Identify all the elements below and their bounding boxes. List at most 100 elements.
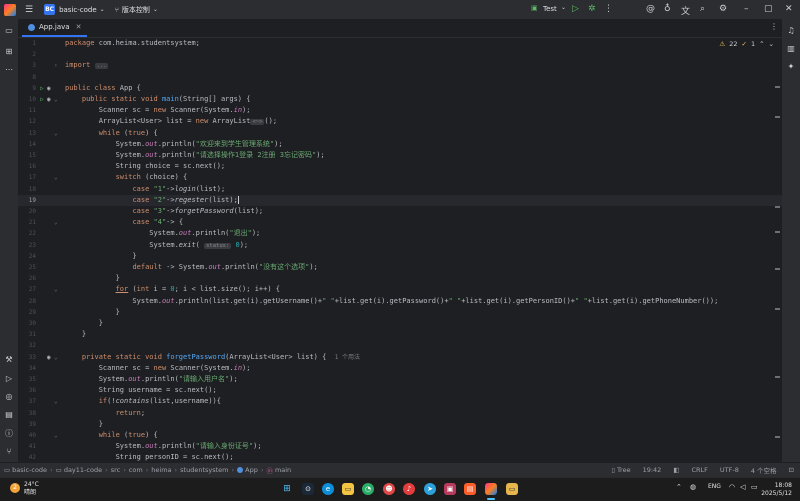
database-icon[interactable]: ▥ [786,44,796,54]
project-badge[interactable]: BC [44,4,56,15]
code-line: 29 } [28,307,120,316]
weather-widget[interactable]: 24°C 晴朗 [24,481,39,497]
terminal-icon[interactable]: ▤ [4,410,14,420]
user-icon[interactable]: @ [646,4,655,14]
close-icon[interactable]: ✕ [785,4,793,14]
clock[interactable]: 18:08 2025/5/12 [761,482,792,498]
wechat-icon[interactable]: ◔ [362,483,374,495]
vcs-menu[interactable]: 版本控制 [122,5,150,15]
breadcrumb-item[interactable]: studentsystem [180,466,228,474]
left-tool-strip: ▭ ⊞ ⋯ ⚒ ▷ ◎ ▤ ⓘ ⑂ [0,19,19,462]
battery-icon[interactable]: ▭ [751,483,758,491]
telegram-icon[interactable]: ➤ [424,483,436,495]
git-icon[interactable]: ⑂ [4,447,14,457]
breadcrumb-item[interactable]: main [275,466,291,474]
folder-icon: ▭ [55,466,62,474]
branch-icon: ⑂ [114,5,119,14]
debug-icon[interactable]: ✲ [588,4,596,14]
more-icon[interactable]: ⋮ [604,4,613,14]
code-line: 23 System.exit( status: 0); [28,240,249,249]
caret-position[interactable]: 19:42 [643,466,662,474]
code-line: 24 } [28,251,137,260]
services-icon[interactable]: ◎ [4,392,14,402]
chevron-down-icon[interactable]: ⌄ [561,4,566,11]
code-line: 40 ⌄ while (true) { [28,431,158,439]
folder-icon[interactable]: ▭ [4,26,14,36]
main-menu-icon[interactable]: ☰ [25,5,33,15]
netease-music-icon[interactable]: ♪ [403,483,415,495]
date: 2025/5/12 [761,490,792,497]
run-icon[interactable]: ▷ [572,4,579,14]
code-line: 13 ⌄ while (true) { [28,128,158,137]
media-icon[interactable]: ▤ [464,483,476,495]
title-bar: ☰ BC basic-code ⌄ ⑂ 版本控制 ⌄ ▣ Test ⌄ ▷ ✲ … [0,0,800,19]
volume-icon[interactable]: ◁ [740,483,745,491]
breadcrumb-item[interactable]: src [111,466,121,474]
code-line: 34 Scanner sc = new Scanner(System.in); [28,363,251,372]
breadcrumb-item[interactable]: heima [151,466,171,474]
settings-icon[interactable]: ⚙ [719,4,727,14]
import-fold[interactable]: ... [94,63,109,70]
code-line: 14 System.out.println("欢迎来到学生管理系统"); [28,139,283,148]
implemented-gutter-icon: ◉ [47,96,51,103]
chevron-down-icon[interactable]: ⌄ [100,6,105,13]
indent-setting[interactable]: 4 个空格 [751,465,777,475]
file-encoding[interactable]: UTF-8 [720,466,739,474]
code-line: 27 ⌄ for (int i = 0; i < list.size(); i++… [28,285,280,294]
translate-icon[interactable]: 文 [681,4,690,17]
line-separator[interactable]: CRLF [691,466,707,474]
tray-chevron-icon[interactable]: ⌃ [676,483,682,491]
language-indicator[interactable]: ENG [708,483,721,490]
breadcrumb-item[interactable]: App [245,466,258,474]
notifications-icon[interactable]: ♫ [786,26,796,36]
code-line: 3 › import ... [18,60,782,71]
security-icon[interactable]: ◍ [690,483,696,491]
game-icon[interactable]: ▣ [444,483,456,495]
implemented-gutter-icon: ◉ [47,84,51,92]
qq-icon[interactable]: ☻ [383,483,395,495]
start-icon[interactable]: ⊞ [281,483,293,495]
code-line: 17 ⌄ switch (choice) { [28,173,188,182]
code-line: 26 } [28,274,120,283]
edge-icon[interactable]: e [322,483,334,495]
code-line: 31 } [28,330,87,339]
breadcrumb-item[interactable]: com [129,466,143,474]
tree-widget[interactable]: ▯ Tree [611,466,630,474]
copilot-icon[interactable]: ◧ [673,466,679,474]
lock-icon[interactable]: ⊡ [789,466,794,474]
usage-hint[interactable]: 1 个用法 [335,354,360,361]
chevron-down-icon[interactable]: ⌄ [153,6,158,13]
close-tab-icon[interactable]: ✕ [76,23,82,31]
breadcrumb-item[interactable]: day11-code [64,466,102,474]
run-tool-icon[interactable]: ▷ [4,374,14,384]
maximize-icon[interactable]: ▢ [764,4,773,14]
right-tool-strip: ♫ ▥ ✦ [781,19,800,462]
code-line: 25 default -> System.out.println("没有这个选项… [28,263,318,271]
minimize-icon[interactable]: – [744,4,749,14]
steam-icon[interactable]: ⊙ [302,483,314,495]
temperature: 24°C [24,481,39,488]
run-gutter-icon[interactable]: ▷ [40,83,44,94]
run-gutter-icon[interactable]: ▷ [40,94,44,105]
breadcrumb-item[interactable]: basic-code [12,466,47,474]
wifi-icon[interactable]: ◠ [729,483,735,491]
folder-taskbar-icon[interactable]: ▭ [506,483,518,495]
module-icon: ▭ [4,466,11,474]
code-with-me-icon[interactable]: ♁ [664,4,671,14]
search-icon[interactable]: ⌕ [700,4,705,14]
tab-options-icon[interactable]: ⋮ [770,22,778,31]
tab-app-java[interactable]: App.java ✕ [22,19,88,37]
more-tools-icon[interactable]: ⋯ [4,65,14,75]
code-line: 22 System.out.println("退出"); [28,229,261,238]
problems-icon[interactable]: ⓘ [4,429,14,439]
build-icon[interactable]: ⚒ [4,355,14,365]
structure-icon[interactable]: ⊞ [4,47,14,57]
fold-icon[interactable]: › [54,60,58,71]
ai-assistant-icon[interactable]: ✦ [786,62,796,72]
intellij-taskbar-icon[interactable] [485,483,497,495]
code-editor[interactable]: ⚠ 22 ✓ 1 ⌃ ⌄ 1 package com.heima.students… [18,38,782,462]
run-config-name[interactable]: Test [543,5,557,13]
weather-icon[interactable]: 2 [10,483,20,493]
explorer-icon[interactable]: ▭ [342,483,354,495]
project-name[interactable]: basic-code [59,6,97,14]
